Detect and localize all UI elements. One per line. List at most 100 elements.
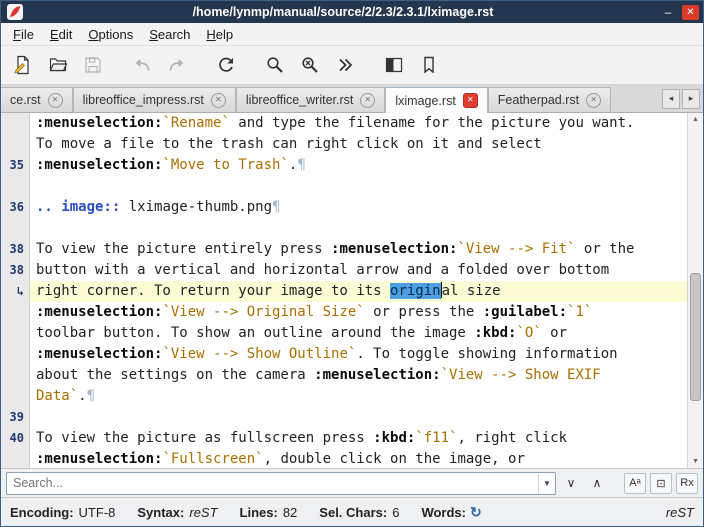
menu-file[interactable]: File <box>5 25 42 44</box>
side-pane-toggle-button[interactable] <box>380 51 408 79</box>
code-token: `Fullscreen` <box>162 451 263 467</box>
code-token: `Rename` <box>162 115 229 131</box>
bookmark-flag-icon <box>419 55 439 75</box>
code-token: `Move to Trash` <box>162 157 288 173</box>
code-line[interactable]: toolbar button. To show an outline aroun… <box>30 323 687 344</box>
code-token: :kbd: <box>373 430 415 446</box>
tab-close-button[interactable]: ✕ <box>463 93 478 108</box>
code-line[interactable]: To move a file to the trash can right cl… <box>30 134 687 155</box>
redo-arrow-icon <box>167 55 187 75</box>
code-token: ¶ <box>272 199 280 215</box>
code-line[interactable]: :menuselection:`Move to Trash`.¶ <box>30 155 687 176</box>
find-button[interactable] <box>261 51 289 79</box>
tab-libreoffice_impress.rst[interactable]: libreoffice_impress.rst ✕ <box>73 87 236 112</box>
code-line[interactable] <box>30 407 687 428</box>
scroll-down-arrow-icon[interactable]: ▼ <box>688 455 703 468</box>
code-token: To view the picture as fullscreen press <box>36 430 373 446</box>
menu-options[interactable]: Options <box>80 25 141 44</box>
side-pane-icon <box>384 55 404 75</box>
code-line[interactable]: To view the picture as fullscreen press … <box>30 428 687 449</box>
tab-close-button[interactable]: ✕ <box>586 93 601 108</box>
code-token: `View --> Fit` <box>457 241 575 257</box>
bookmark-button[interactable] <box>415 51 443 79</box>
search-history-dropdown-icon[interactable]: ▼ <box>538 474 555 493</box>
code-line[interactable]: Data`.¶ <box>30 386 687 407</box>
tab-scroll-left-button[interactable]: ◂ <box>662 89 680 109</box>
code-line[interactable]: button with a vertical and horizontal ar… <box>30 260 687 281</box>
find-next-button[interactable]: ∨ <box>560 473 582 494</box>
menu-help[interactable]: Help <box>198 25 241 44</box>
code-token: :menuselection: <box>36 451 162 467</box>
code-token: `View --> Show EXIF <box>441 367 601 383</box>
tab-close-button[interactable]: ✕ <box>211 93 226 108</box>
menu-bar: FileEditOptionsSearchHelp <box>1 23 703 46</box>
code-line[interactable] <box>30 176 687 197</box>
tab-scroll-right-button[interactable]: ▸ <box>682 89 700 109</box>
editor[interactable]: 35363838↳3940 :menuselection:`Rename` an… <box>1 113 703 468</box>
code-token: To move a file to the trash can right cl… <box>36 136 542 152</box>
tab-libreoffice_writer.rst[interactable]: libreoffice_writer.rst✕ <box>236 87 385 112</box>
text-area[interactable]: :menuselection:`Rename` and type the fil… <box>30 113 687 468</box>
scrollbar-thumb[interactable] <box>690 273 701 401</box>
scroll-up-arrow-icon[interactable]: ▲ <box>688 113 703 126</box>
find-previous-button[interactable]: ∧ <box>586 473 608 494</box>
code-token: button with a vertical and horizontal ar… <box>36 262 609 278</box>
regex-button[interactable]: Rx <box>676 473 698 494</box>
tab-label: libreoffice_impress.rst <box>83 93 204 107</box>
line-number <box>1 218 29 239</box>
more-tools-button[interactable] <box>331 51 359 79</box>
code-token: right corner. To return your image to it… <box>36 283 390 299</box>
code-token: :menuselection: <box>36 304 162 320</box>
code-token: ¶ <box>297 157 305 173</box>
menu-search[interactable]: Search <box>141 25 198 44</box>
tab-Featherpad.rst[interactable]: Featherpad.rst ✕ <box>488 87 611 112</box>
code-token: ¶ <box>87 388 95 404</box>
open-file-button[interactable] <box>44 51 72 79</box>
code-line[interactable]: :menuselection:`View --> Original Size` … <box>30 302 687 323</box>
code-token: :menuselection: <box>36 346 162 362</box>
menu-edit[interactable]: Edit <box>42 25 80 44</box>
status-syntax: Syntax:reST <box>137 505 217 520</box>
tab-ce.rst[interactable]: ce.rst✕ <box>1 87 73 112</box>
code-token: `View --> Original Size` <box>162 304 364 320</box>
code-token: To view the picture entirely press <box>36 241 331 257</box>
window-title: /home/lynmp/manual/source/2/2.3/2.3.1/lx… <box>28 5 658 19</box>
reload-button[interactable] <box>212 51 240 79</box>
code-line[interactable]: :menuselection:`Fullscreen`, double clic… <box>30 449 687 468</box>
tab-lximage.rst[interactable]: lximage.rst✕ <box>385 87 487 113</box>
search-field[interactable]: ▼ <box>6 472 556 495</box>
search-input[interactable] <box>7 476 538 490</box>
tab-close-button[interactable]: ✕ <box>48 93 63 108</box>
code-token: `1` <box>567 304 592 320</box>
magnifier-icon <box>265 55 285 75</box>
selected-text: origin <box>390 283 441 299</box>
new-file-icon <box>13 55 33 75</box>
app-icon <box>7 4 24 21</box>
code-line[interactable]: To view the picture entirely press :menu… <box>30 239 687 260</box>
code-line[interactable] <box>30 218 687 239</box>
code-line[interactable]: :menuselection:`Rename` and type the fil… <box>30 113 687 134</box>
new-file-button[interactable] <box>9 51 37 79</box>
line-number: ↳ <box>1 281 29 302</box>
find-and-replace-button[interactable] <box>296 51 324 79</box>
vertical-scrollbar[interactable]: ▲ ▼ <box>687 113 703 468</box>
code-token: , right click <box>457 430 567 446</box>
code-line[interactable]: .. image:: lximage-thumb.png¶ <box>30 197 687 218</box>
tab-close-button[interactable]: ✕ <box>360 93 375 108</box>
minimize-button[interactable]: – <box>658 4 678 20</box>
tab-label: Featherpad.rst <box>498 93 579 107</box>
open-folder-icon <box>48 55 68 75</box>
code-line[interactable]: about the settings on the camera :menuse… <box>30 365 687 386</box>
code-line[interactable]: right corner. To return your image to it… <box>30 281 687 302</box>
line-number <box>1 365 29 386</box>
code-token: or the <box>575 241 634 257</box>
code-line[interactable]: :menuselection:`View --> Show Outline`. … <box>30 344 687 365</box>
code-token: . To toggle showing information <box>356 346 617 362</box>
word-count-refresh-icon[interactable]: ↻ <box>470 504 482 520</box>
match-case-button[interactable]: Aᵃ <box>624 473 646 494</box>
close-button[interactable]: ✕ <box>682 5 699 20</box>
whole-word-button[interactable]: ⊡ <box>650 473 672 494</box>
code-token: `View --> Show Outline` <box>162 346 356 362</box>
status-value: UTF-8 <box>79 505 116 520</box>
tab-scroll-controls: ◂▸ <box>662 89 703 112</box>
